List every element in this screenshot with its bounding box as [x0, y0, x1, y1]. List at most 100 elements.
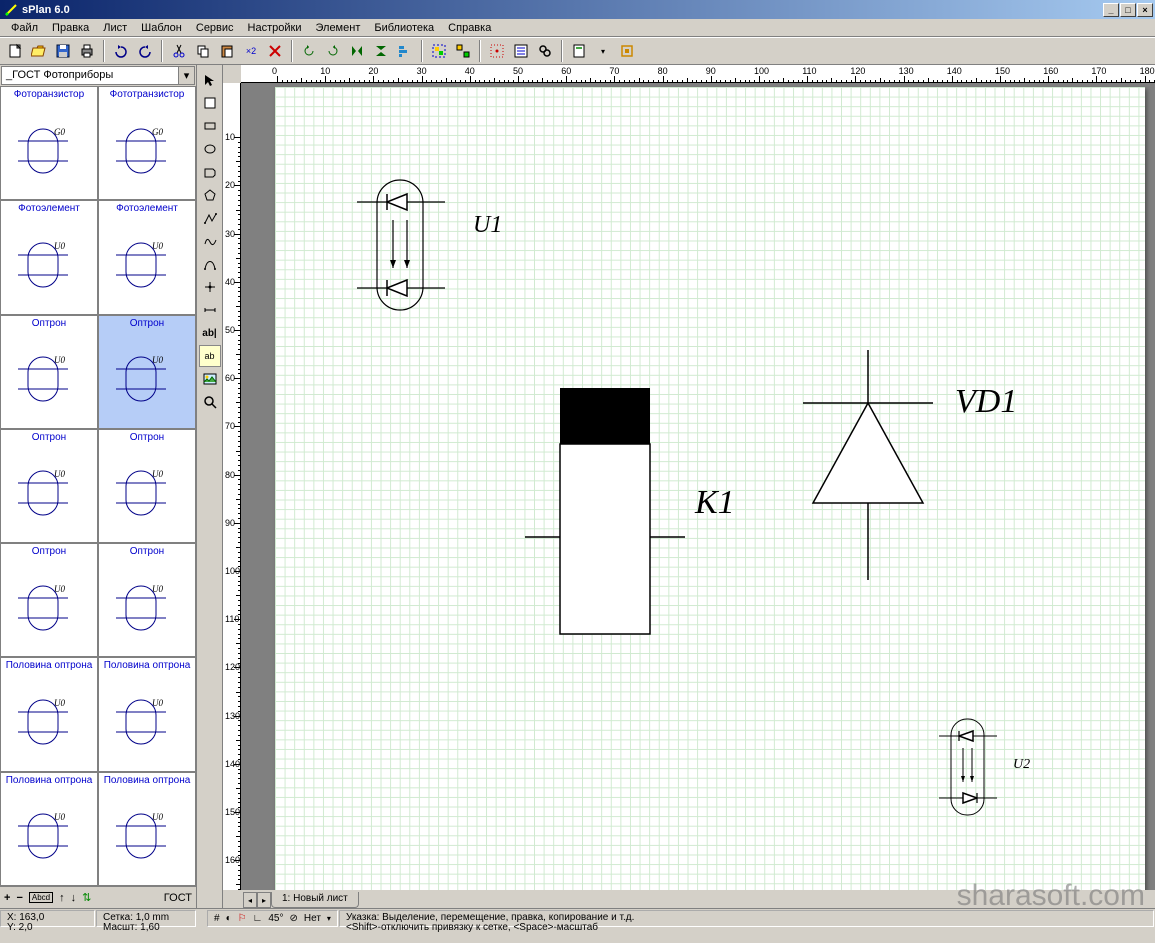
library-item[interactable]: ОптронU0 — [0, 315, 98, 429]
component-vd1[interactable] — [783, 345, 953, 585]
bezier-tool-icon[interactable] — [199, 253, 221, 275]
minimize-button[interactable]: _ — [1103, 3, 1119, 17]
menu-library[interactable]: Библиотека — [367, 20, 441, 36]
fit-page-icon[interactable] — [616, 40, 638, 62]
lib-footer-name: ГОСТ — [164, 892, 192, 904]
flip-h-icon[interactable] — [346, 40, 368, 62]
library-item[interactable]: ОптронU0 — [98, 543, 196, 657]
rotate-cw-icon[interactable] — [322, 40, 344, 62]
flip-v-icon[interactable] — [370, 40, 392, 62]
svg-text:U0: U0 — [54, 469, 65, 479]
lib-label-icon[interactable]: Abcd — [29, 892, 53, 903]
library-item-label: Половина оптрона — [1, 658, 97, 673]
delete-icon[interactable] — [264, 40, 286, 62]
capture-icon[interactable]: ⚐ — [238, 913, 247, 924]
angle-icon[interactable]: ∟ — [253, 913, 263, 924]
svg-text:U0: U0 — [54, 698, 65, 708]
library-item[interactable]: Половина оптронаU0 — [0, 772, 98, 886]
svg-text:G0: G0 — [152, 127, 163, 137]
component-u1[interactable] — [355, 172, 465, 322]
canvas-scroll[interactable]: U1 K1 VD1 — [241, 83, 1155, 890]
polygon-tool-icon[interactable] — [199, 184, 221, 206]
ungroup-icon[interactable] — [452, 40, 474, 62]
image-tool-icon[interactable] — [199, 368, 221, 390]
rect-tool-icon[interactable] — [199, 115, 221, 137]
save-icon[interactable] — [52, 40, 74, 62]
freehand-tool-icon[interactable] — [199, 230, 221, 252]
text-tool-icon[interactable]: ab| — [199, 322, 221, 344]
component-k1[interactable] — [505, 382, 715, 662]
grid-toggle-icon[interactable]: # — [214, 913, 220, 924]
open-icon[interactable] — [28, 40, 50, 62]
component-u2[interactable] — [935, 714, 1015, 824]
svg-text:U0: U0 — [54, 584, 65, 594]
group-icon[interactable] — [428, 40, 450, 62]
menu-file[interactable]: Файл — [4, 20, 45, 36]
library-item-label: Половина оптрона — [99, 658, 195, 673]
page-setup-icon[interactable] — [568, 40, 590, 62]
lib-down-icon[interactable]: ↓ — [71, 892, 77, 904]
rectfill-tool-icon[interactable] — [199, 161, 221, 183]
line-tool-icon[interactable] — [199, 207, 221, 229]
library-item[interactable]: ОптронU0 — [98, 315, 196, 429]
add-lib-icon[interactable]: + — [4, 892, 10, 904]
rotate-ccw-icon[interactable] — [298, 40, 320, 62]
ruler-vertical: 102030405060708090100110120130140150160 — [223, 83, 241, 890]
paste-icon[interactable] — [216, 40, 238, 62]
cut-icon[interactable] — [168, 40, 190, 62]
duplicate-icon[interactable]: ×2 — [240, 40, 262, 62]
library-select[interactable]: _ГОСТ Фотоприборы ▾ — [1, 66, 195, 85]
menu-help[interactable]: Справка — [441, 20, 498, 36]
library-item-label: Фотоэлемент — [1, 201, 97, 216]
circle-tool-icon[interactable] — [199, 138, 221, 160]
library-item[interactable]: Половина оптронаU0 — [98, 657, 196, 771]
label-tool-icon[interactable]: ab — [199, 345, 221, 367]
library-item[interactable]: ОптронU0 — [98, 429, 196, 543]
library-item[interactable]: ФотоэлементU0 — [98, 200, 196, 314]
library-item[interactable]: ФоторанзисторG0 — [0, 86, 98, 200]
menu-template[interactable]: Шаблон — [134, 20, 189, 36]
maximize-button[interactable]: □ — [1120, 3, 1136, 17]
sheet-tool-icon[interactable] — [199, 92, 221, 114]
library-item[interactable]: ФотоэлементU0 — [0, 200, 98, 314]
undo-icon[interactable] — [110, 40, 132, 62]
component-k1-label: K1 — [695, 484, 735, 522]
menu-service[interactable]: Сервис — [189, 20, 241, 36]
menu-settings[interactable]: Настройки — [241, 20, 309, 36]
find-icon[interactable] — [534, 40, 556, 62]
lib-sort-icon[interactable]: ⇅ — [82, 891, 91, 904]
new-icon[interactable] — [4, 40, 26, 62]
library-item[interactable]: ФототранзисторG0 — [98, 86, 196, 200]
dimension-tool-icon[interactable] — [199, 299, 221, 321]
menu-edit[interactable]: Правка — [45, 20, 96, 36]
menu-element[interactable]: Элемент — [308, 20, 367, 36]
library-item[interactable]: Половина оптрона U0 — [0, 657, 98, 771]
remove-lib-icon[interactable]: − — [16, 892, 22, 904]
tab-prev-icon[interactable]: ◂ — [243, 892, 257, 908]
close-button[interactable]: × — [1137, 3, 1153, 17]
svg-text:G0: G0 — [54, 127, 65, 137]
lib-up-icon[interactable]: ↑ — [59, 892, 65, 904]
sheet-tab-1[interactable]: 1: Новый лист — [271, 892, 359, 908]
contrast-icon[interactable]: ◐ — [226, 913, 232, 924]
page-dropdown-icon[interactable]: ▾ — [592, 40, 614, 62]
snap-icon[interactable] — [486, 40, 508, 62]
menu-sheet[interactable]: Лист — [96, 20, 134, 36]
canvas-paper[interactable]: U1 K1 VD1 — [275, 87, 1145, 890]
svg-text:U0: U0 — [152, 241, 163, 251]
library-item[interactable]: ОптронU0 — [0, 429, 98, 543]
library-item[interactable]: Половина оптронаU0 — [98, 772, 196, 886]
tab-next-icon[interactable]: ▸ — [257, 892, 271, 908]
library-select-dropdown-icon[interactable]: ▾ — [178, 67, 194, 84]
library-item[interactable]: ОптронU0 — [0, 543, 98, 657]
snap-dropdown-icon[interactable]: ▾ — [327, 914, 331, 923]
print-icon[interactable] — [76, 40, 98, 62]
variables-icon[interactable] — [510, 40, 532, 62]
redo-icon[interactable] — [134, 40, 156, 62]
snap-toggle-icon[interactable]: ⊘ — [290, 913, 298, 924]
copy-icon[interactable] — [192, 40, 214, 62]
pointer-tool-icon[interactable] — [199, 69, 221, 91]
zoom-tool-icon[interactable] — [199, 391, 221, 413]
node-tool-icon[interactable] — [199, 276, 221, 298]
align-icon[interactable] — [394, 40, 416, 62]
